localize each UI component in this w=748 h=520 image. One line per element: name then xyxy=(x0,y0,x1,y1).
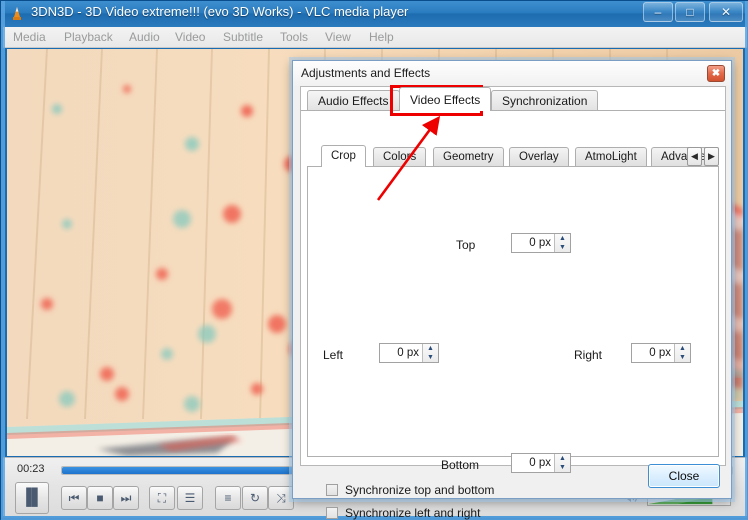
dialog-footer: Close xyxy=(293,456,731,498)
loop-button[interactable]: ↻ xyxy=(242,486,268,510)
right-spin-buttons[interactable]: ▲ ▼ xyxy=(674,344,690,362)
pause-icon: ▐▌ xyxy=(20,489,44,506)
next-button[interactable]: ⏭ xyxy=(113,486,139,510)
vlc-cone-icon xyxy=(13,7,21,20)
top-label: Top xyxy=(456,238,476,252)
menu-bar: Media Playback Audio Video Subtitle Tools View… xyxy=(3,27,747,48)
right-value: 0 px xyxy=(649,347,671,359)
shuffle-icon: ⤨ xyxy=(276,491,286,505)
left-spin-buttons[interactable]: ▲ ▼ xyxy=(422,344,438,362)
tab-audio-effects[interactable]: Audio Effects xyxy=(307,90,400,111)
menu-item-video[interactable]: Video xyxy=(175,30,205,44)
loop-icon: ↻ xyxy=(249,491,261,505)
close-button[interactable]: Close xyxy=(648,464,720,488)
playlist-button[interactable]: ≡ xyxy=(215,486,241,510)
fullscreen-icon: ⛶ xyxy=(157,491,167,505)
window-title: 3DN3D - 3D Video extreme!!! (evo 3D Work… xyxy=(31,4,409,19)
top-spinbox[interactable]: 0 px ▲ ▼ xyxy=(511,233,571,253)
equalizer-icon: ☰ xyxy=(184,491,196,505)
tab-separator-rule xyxy=(301,110,725,111)
menu-item-subtitle[interactable]: Subtitle xyxy=(223,30,263,44)
minimize-icon: – xyxy=(654,5,662,19)
dialog-body: Audio Effects Video Effects Synchronizatio… xyxy=(300,86,726,520)
equalizer-button[interactable]: ☰ xyxy=(177,486,203,510)
top-spin-up-icon[interactable]: ▲ xyxy=(555,234,570,243)
maximize-icon: □ xyxy=(686,5,694,19)
menu-item-tools[interactable]: Tools xyxy=(280,30,308,44)
play-pause-button[interactable]: ▐▌ xyxy=(15,482,49,514)
crop-settings-panel: Top 0 px ▲ ▼ Left 0 px ▲ ▼ Right 0 px ▲ … xyxy=(307,166,719,520)
right-spin-up-icon[interactable]: ▲ xyxy=(675,344,690,353)
menu-item-view[interactable]: View xyxy=(325,30,351,44)
top-value: 0 px xyxy=(529,237,551,249)
minimize-button[interactable]: – xyxy=(643,2,673,22)
adjustments-and-effects-dialog: Adjustments and Effects ✖ Audio Effects V… xyxy=(292,60,732,520)
menu-item-help[interactable]: Help xyxy=(369,30,394,44)
sync-left-right-label: Synchronize left and right xyxy=(345,506,481,520)
close-window-button[interactable]: ✕ xyxy=(709,2,743,22)
fullscreen-button[interactable]: ⛶ xyxy=(149,486,175,510)
left-spin-down-icon[interactable]: ▼ xyxy=(423,353,438,362)
top-spin-down-icon[interactable]: ▼ xyxy=(555,243,570,252)
subtab-crop[interactable]: Crop xyxy=(321,145,366,167)
playlist-icon: ≡ xyxy=(224,491,232,505)
right-label: Right xyxy=(574,348,603,362)
stop-button[interactable]: ■ xyxy=(87,486,113,510)
left-value: 0 px xyxy=(397,347,419,359)
previous-icon: ⏮ xyxy=(68,491,80,505)
subtab-geometry[interactable]: Geometry xyxy=(433,147,504,167)
subtab-atmolight[interactable]: AtmoLight xyxy=(575,147,647,167)
dialog-titlebar[interactable]: Adjustments and Effects ✖ xyxy=(293,61,731,86)
subtab-overlay[interactable]: Overlay xyxy=(509,147,569,167)
close-icon: ✕ xyxy=(720,5,732,19)
elapsed-time: 00:23 xyxy=(17,463,45,475)
sub-tab-strip: Crop Colors Geometry Overlay AtmoLight Advanc… xyxy=(307,145,719,167)
subtab-colors[interactable]: Colors xyxy=(373,147,427,167)
tab-synchronization[interactable]: Synchronization xyxy=(491,90,599,111)
sub-tab-scroll-right[interactable]: ▶ xyxy=(704,147,719,166)
maximize-button[interactable]: □ xyxy=(675,2,705,22)
shuffle-button[interactable]: ⤨ xyxy=(268,486,294,510)
left-spinbox[interactable]: 0 px ▲ ▼ xyxy=(379,343,439,363)
tab-video-effects[interactable]: Video Effects xyxy=(399,87,492,111)
next-icon: ⏭ xyxy=(120,491,132,505)
sync-left-right-checkbox[interactable] xyxy=(326,507,338,519)
left-spin-up-icon[interactable]: ▲ xyxy=(423,344,438,353)
dialog-title: Adjustments and Effects xyxy=(301,66,431,80)
stop-icon: ■ xyxy=(96,491,104,505)
menu-item-playback[interactable]: Playback xyxy=(64,30,113,44)
right-spin-down-icon[interactable]: ▼ xyxy=(675,353,690,362)
left-label: Left xyxy=(323,348,344,362)
window-titlebar[interactable]: 3DN3D - 3D Video extreme!!! (evo 3D Work… xyxy=(1,1,748,27)
dialog-close-icon: ✖ xyxy=(711,68,721,79)
top-spin-buttons[interactable]: ▲ ▼ xyxy=(554,234,570,252)
previous-button[interactable]: ⏮ xyxy=(61,486,87,510)
main-tab-strip: Audio Effects Video Effects Synchronizatio… xyxy=(301,87,725,111)
menu-item-media[interactable]: Media xyxy=(13,30,46,44)
menu-item-audio[interactable]: Audio xyxy=(129,30,160,44)
dialog-close-button[interactable]: ✖ xyxy=(707,65,725,82)
sub-tab-scroll-left[interactable]: ◀ xyxy=(687,147,702,166)
right-spinbox[interactable]: 0 px ▲ ▼ xyxy=(631,343,691,363)
